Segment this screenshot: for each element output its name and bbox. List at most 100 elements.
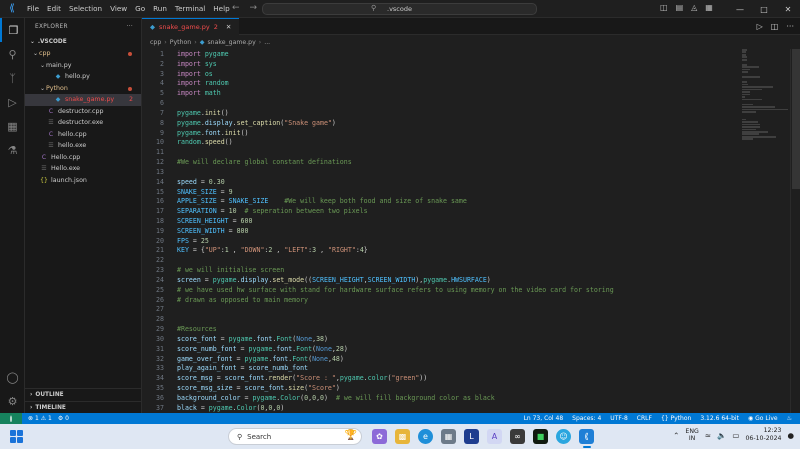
volume-icon[interactable]: 🔈: [717, 431, 726, 440]
extensions-icon[interactable]: ▦: [0, 114, 25, 138]
close-icon[interactable]: ✕: [776, 0, 800, 18]
maximize-icon[interactable]: □: [752, 0, 776, 18]
toggle-panel-icon[interactable]: ▤: [676, 3, 684, 12]
menu-selection[interactable]: Selection: [65, 4, 106, 13]
ai-app-icon[interactable]: A: [487, 429, 502, 444]
timeline-section[interactable]: › TIMELINE: [25, 401, 142, 413]
menu-file[interactable]: File: [23, 4, 43, 13]
code-line[interactable]: 31 score_numb_font = pygame.font.Font(Non…: [142, 344, 732, 354]
problems-indicator[interactable]: ⊗ 1 ⚠ 1: [28, 415, 52, 422]
code-line[interactable]: 35 score_msg_size = score_font.size("Scor…: [142, 383, 732, 393]
tab-snake-game[interactable]: ◆ snake_game.py 2 ✕: [142, 18, 240, 35]
chat-app-icon[interactable]: ☺: [556, 429, 571, 444]
command-center[interactable]: ⚲ .vscode: [262, 3, 537, 15]
scrollbar-thumb[interactable]: [792, 49, 800, 189]
close-icon[interactable]: ✕: [226, 23, 231, 31]
code-line[interactable]: 14 speed = 0.30: [142, 177, 732, 187]
encoding[interactable]: UTF-8: [610, 415, 628, 422]
copilot-icon[interactable]: ✿: [372, 429, 387, 444]
code-line[interactable]: 30 score_font = pygame.font.Font(None,38): [142, 334, 732, 344]
settings-gear-icon[interactable]: ⚙: [0, 389, 25, 413]
python-interpreter[interactable]: 3.12.6 64-bit: [700, 415, 739, 422]
clock[interactable]: 12:23 06-10-2024: [745, 427, 781, 443]
code-line[interactable]: 22: [142, 255, 732, 265]
menu-help[interactable]: Help: [209, 4, 233, 13]
go-live-button[interactable]: ◉ Go Live: [748, 415, 778, 422]
account-icon[interactable]: ◯: [0, 365, 25, 389]
code-line[interactable]: 7 pygame.init(): [142, 108, 732, 118]
tree-item[interactable]: ◆ snake_game.py 2: [25, 94, 141, 106]
split-editor-icon[interactable]: ◫: [771, 22, 779, 31]
outline-section[interactable]: › OUTLINE: [25, 388, 142, 400]
breadcrumb-item[interactable]: cpp: [150, 39, 161, 46]
code-line[interactable]: 36 background_color = pygame.Color(0,0,0)…: [142, 393, 732, 403]
minimize-icon[interactable]: —: [728, 0, 752, 18]
code-line[interactable]: 28: [142, 314, 732, 324]
tree-item[interactable]: C Hello.cpp: [25, 152, 141, 164]
store-icon[interactable]: ▦: [441, 429, 456, 444]
battery-icon[interactable]: ▭: [732, 431, 739, 440]
indentation[interactable]: Spaces: 4: [572, 415, 601, 422]
workspace-section[interactable]: ⌄ .VSCODE: [25, 36, 141, 48]
breadcrumb-item[interactable]: ...: [264, 39, 270, 46]
code-line[interactable]: 34 score_msg = score_font.render("Score :…: [142, 373, 732, 383]
code-line[interactable]: 17 SEPARATION = 10 # seperation between t…: [142, 206, 732, 216]
run-file-icon[interactable]: ▷: [757, 22, 763, 31]
taskbar-search[interactable]: ⚲ Search 🏆: [228, 428, 362, 445]
code-line[interactable]: 20 FPS = 25: [142, 236, 732, 246]
tree-item[interactable]: Cdestructor.cpp: [25, 106, 141, 118]
testing-icon[interactable]: ⚗: [0, 138, 25, 162]
breadcrumb-item[interactable]: snake_game.py: [207, 39, 255, 46]
code-line[interactable]: 3 import os: [142, 69, 732, 79]
code-line[interactable]: 10 random.speed(): [142, 137, 732, 147]
remote-indicator-icon[interactable]: ≬: [0, 413, 22, 424]
code-line[interactable]: 23 # we will initialise screen: [142, 265, 732, 275]
language-mode[interactable]: {} Python: [661, 415, 691, 422]
tree-item[interactable]: {} launch.json: [25, 175, 141, 187]
source-control-icon[interactable]: ᛉ: [0, 66, 25, 90]
toggle-secondary-sidebar-icon[interactable]: ◬: [691, 3, 697, 12]
learning-app-icon[interactable]: L: [464, 429, 479, 444]
code-line[interactable]: 24 screen = pygame.display.set_mode((SCRE…: [142, 275, 732, 285]
explorer-icon[interactable]: ❐: [0, 18, 25, 42]
code-line[interactable]: 29 #Resources: [142, 324, 732, 334]
toggle-sidebar-icon[interactable]: ◫: [660, 3, 668, 12]
code-line[interactable]: 12 #We will declare global constant defin…: [142, 157, 732, 167]
wifi-icon[interactable]: ≈: [705, 431, 711, 440]
menu-edit[interactable]: Edit: [43, 4, 65, 13]
code-line[interactable]: 19 SCREEN_WIDTH = 800: [142, 226, 732, 236]
code-line[interactable]: 26 # drawn as opposed to main memory: [142, 295, 732, 305]
customize-layout-icon[interactable]: ▦: [705, 3, 713, 12]
tree-item[interactable]: ◆ hello.py: [25, 71, 141, 83]
pycharm-icon[interactable]: ■: [533, 429, 548, 444]
tree-item[interactable]: ⌄ Python: [25, 83, 141, 95]
tree-item[interactable]: ⌄ main.py: [25, 60, 141, 72]
search-icon[interactable]: ⚲: [0, 42, 25, 66]
more-actions-icon[interactable]: ···: [786, 22, 794, 31]
code-line[interactable]: 15 SNAKE_SIZE = 9: [142, 187, 732, 197]
ports-indicator[interactable]: ⚙ 0: [58, 415, 69, 422]
tree-item[interactable]: ☰ destructor.exe: [25, 117, 141, 129]
notifications-bell-icon[interactable]: ♨: [787, 415, 792, 422]
menu-run[interactable]: Run: [149, 4, 171, 13]
code-line[interactable]: 27: [142, 305, 732, 315]
code-line[interactable]: 37 black = pygame.Color(0,0,0): [142, 403, 732, 413]
language-indicator[interactable]: ENG IN: [685, 428, 698, 442]
windows-start-icon[interactable]: [10, 430, 23, 443]
code-line[interactable]: 1 import pygame: [142, 49, 732, 59]
line-ending[interactable]: CRLF: [637, 415, 652, 422]
code-line[interactable]: 16 APPLE_SIZE = SNAKE_SIZE #We will keep …: [142, 196, 732, 206]
code-line[interactable]: 21 KEY = {"UP":1 , "DOWN":2 , "LEFT":3 , …: [142, 246, 732, 256]
code-line[interactable]: 2 import sys: [142, 59, 732, 69]
minimap[interactable]: [742, 49, 790, 189]
breadcrumb-item[interactable]: Python: [170, 39, 191, 46]
back-arrow-icon[interactable]: ←: [232, 3, 240, 13]
notification-center-icon[interactable]: ●: [787, 431, 794, 440]
code-line[interactable]: 8 pygame.display.set_caption("Snake game"…: [142, 118, 732, 128]
menu-terminal[interactable]: Terminal: [171, 4, 209, 13]
file-explorer-icon[interactable]: ▩: [395, 429, 410, 444]
more-actions-icon[interactable]: ···: [127, 24, 133, 30]
tree-item[interactable]: ⌄ cpp: [25, 48, 141, 60]
link-app-icon[interactable]: ∞: [510, 429, 525, 444]
vertical-scrollbar[interactable]: [790, 49, 800, 413]
